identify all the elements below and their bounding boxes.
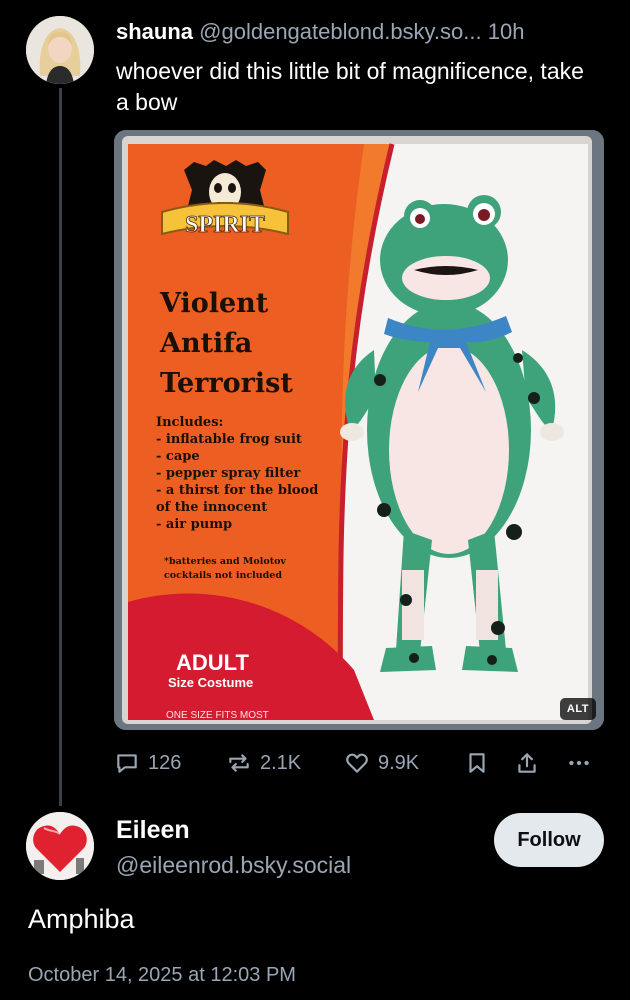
bookmark-button[interactable]: [464, 746, 490, 780]
fine-print: *batteries and Molotov: [164, 556, 286, 567]
badge-size: Size Costume: [168, 675, 253, 690]
alt-badge[interactable]: ALT: [559, 698, 596, 720]
avatar[interactable]: [26, 16, 94, 84]
includes-line: - a thirst for the blood: [156, 483, 318, 498]
reply-button[interactable]: 126: [114, 746, 181, 780]
repost-button[interactable]: 2.1K: [226, 746, 301, 780]
reply-author-handle[interactable]: @eileenrod.bsky.social: [116, 852, 351, 879]
fine-print: cocktails not included: [164, 570, 282, 581]
reply-count: 126: [148, 751, 182, 774]
includes-line: - cape: [156, 449, 200, 464]
post-header: shauna @goldengateblond.bsky.so... 10h: [116, 18, 616, 46]
author-name[interactable]: shauna: [116, 19, 193, 44]
repost-count: 2.1K: [260, 751, 302, 774]
bookmark-icon: [469, 753, 485, 773]
reply-author-name[interactable]: Eileen: [116, 816, 190, 845]
more-icon: [569, 760, 589, 766]
size-note: ONE SIZE FITS MOST: [166, 710, 269, 721]
includes-heading: Includes:: [156, 415, 223, 430]
costume-title-1: Violent: [159, 288, 269, 319]
author-handle[interactable]: @goldengateblond.bsky.so...: [199, 19, 481, 44]
badge-adult: ADULT: [176, 650, 249, 675]
reply-text: Amphiba: [28, 904, 135, 934]
repost-icon: [229, 754, 249, 772]
brand-text: SPIRIT: [185, 212, 265, 238]
reply-icon: [117, 754, 137, 773]
includes-line: - air pump: [156, 517, 232, 532]
post-actions: 126 2.1K 9.9K: [114, 746, 604, 780]
more-button[interactable]: [566, 746, 592, 780]
avatar[interactable]: [26, 812, 94, 880]
share-button[interactable]: [514, 746, 540, 780]
post-image[interactable]: SPIRIT Violent Antifa Terrorist Includes…: [114, 130, 604, 730]
share-icon: [518, 753, 536, 773]
reply-timestamp[interactable]: October 14, 2025 at 12:03 PM: [28, 964, 296, 987]
like-icon: [346, 753, 368, 773]
costume-title-3: Terrorist: [160, 368, 293, 399]
includes-line: - inflatable frog suit: [156, 432, 302, 447]
follow-button[interactable]: Follow: [494, 813, 604, 867]
post-time[interactable]: 10h: [488, 19, 525, 44]
thread-line: [59, 88, 62, 806]
costume-title-2: Antifa: [159, 328, 252, 359]
like-button[interactable]: 9.9K: [344, 746, 419, 780]
post-text: whoever did this little bit of magnifice…: [116, 58, 584, 115]
like-count: 9.9K: [378, 751, 420, 774]
includes-line: of the innocent: [156, 500, 267, 515]
includes-line: - pepper spray filter: [156, 466, 301, 481]
